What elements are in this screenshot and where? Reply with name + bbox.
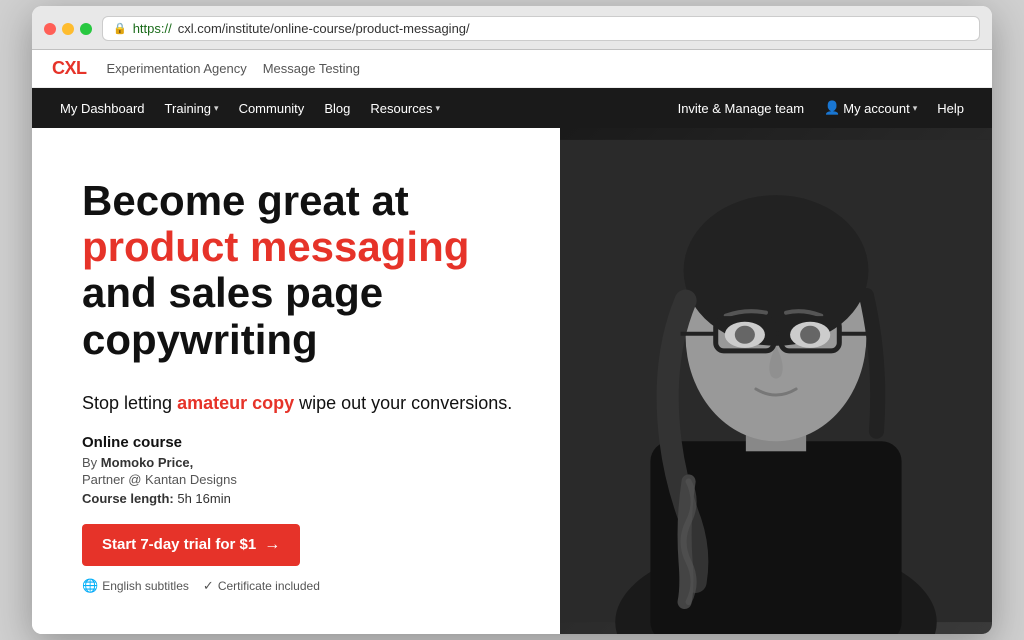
globe-icon: 🌐 <box>82 578 98 594</box>
certificate-badge: ✓ Certificate included <box>203 578 320 594</box>
nav-invite-manage-team[interactable]: Invite & Manage team <box>670 88 812 128</box>
browser-chrome: 🔒 https:// cxl.com/institute/online-cour… <box>32 6 992 50</box>
cxl-logo[interactable]: CXL <box>52 58 87 79</box>
cta-arrow-icon: → <box>264 536 280 554</box>
certificate-label: Certificate included <box>218 579 320 593</box>
website-content: CXL Experimentation Agency Message Testi… <box>32 50 992 634</box>
hero-subtitle: Stop letting amateur copy wipe out your … <box>82 391 520 416</box>
nav-my-account[interactable]: 👤 My account ▾ <box>816 88 925 128</box>
hero-content: Become great at product messaging and sa… <box>32 128 560 634</box>
nav-training[interactable]: Training ▾ <box>157 88 227 128</box>
account-chevron-icon: ▾ <box>913 103 918 114</box>
training-chevron-icon: ▾ <box>214 103 219 114</box>
minimize-button[interactable] <box>62 23 74 35</box>
traffic-lights <box>44 23 92 35</box>
lock-icon: 🔒 <box>113 22 127 35</box>
person-icon: 👤 <box>824 100 840 116</box>
nav-resources[interactable]: Resources ▾ <box>362 88 448 128</box>
course-author: By Momoko Price, <box>82 455 520 470</box>
message-testing-link[interactable]: Message Testing <box>263 61 360 76</box>
nav-bar: My Dashboard Training ▾ Community Blog R… <box>32 88 992 128</box>
hero-image <box>560 128 992 634</box>
nav-blog[interactable]: Blog <box>316 88 358 128</box>
browser-window: 🔒 https:// cxl.com/institute/online-cour… <box>32 6 992 634</box>
nav-help[interactable]: Help <box>929 88 972 128</box>
top-bar: CXL Experimentation Agency Message Testi… <box>32 50 992 88</box>
course-length-value: 5h 16min <box>177 491 230 506</box>
address-bar[interactable]: 🔒 https:// cxl.com/institute/online-cour… <box>102 16 980 41</box>
hero-title: Become great at product messaging and sa… <box>82 178 520 363</box>
resources-chevron-icon: ▾ <box>435 103 440 114</box>
subtitles-badge: 🌐 English subtitles <box>82 578 189 594</box>
hero-title-highlight: product messaging <box>82 223 469 270</box>
check-icon: ✓ <box>203 578 214 594</box>
cta-button[interactable]: Start 7-day trial for $1 → <box>82 524 300 566</box>
nav-left: My Dashboard Training ▾ Community Blog R… <box>52 88 670 128</box>
nav-community[interactable]: Community <box>231 88 313 128</box>
url-rest: cxl.com/institute/online-course/product-… <box>178 21 470 36</box>
course-label: Online course <box>82 434 520 451</box>
hero-section: Become great at product messaging and sa… <box>32 128 992 634</box>
course-partner: Partner @ Kantan Designs <box>82 472 520 487</box>
subtitles-label: English subtitles <box>102 579 189 593</box>
instructor-portrait <box>560 128 992 634</box>
course-length: Course length: 5h 16min <box>82 491 520 506</box>
top-bar-links: Experimentation Agency Message Testing <box>107 61 361 76</box>
experimentation-agency-link[interactable]: Experimentation Agency <box>107 61 247 76</box>
nav-right: Invite & Manage team 👤 My account ▾ Help <box>670 88 972 128</box>
nav-my-dashboard[interactable]: My Dashboard <box>52 88 153 128</box>
author-name: Momoko Price, <box>101 455 193 470</box>
close-button[interactable] <box>44 23 56 35</box>
hero-subtitle-highlight: amateur copy <box>177 393 294 413</box>
footer-badges: 🌐 English subtitles ✓ Certificate includ… <box>82 578 520 594</box>
maximize-button[interactable] <box>80 23 92 35</box>
url-protocol: https:// <box>133 21 172 36</box>
